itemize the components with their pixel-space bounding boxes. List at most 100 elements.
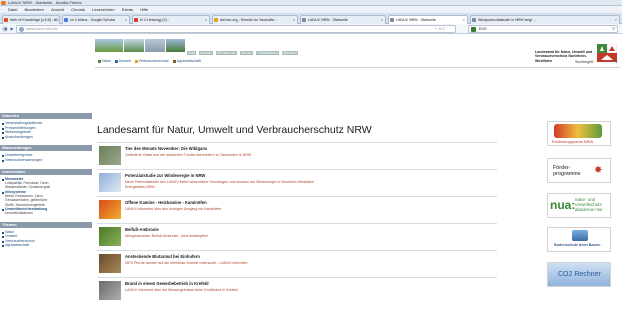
promo-banner[interactable]: Bodenschutz beim Bauen [547,227,611,252]
tab-close-icon[interactable]: × [205,16,207,24]
news-thumbnail[interactable] [99,146,121,165]
sidebar-item[interactable]: Umweltberichterstattung [0,207,92,212]
sidebar-item[interactable]: Agrarwirtschaft [0,243,92,248]
forward-icon[interactable]: ▶ [9,26,15,32]
sidebar-item[interactable]: Verbraucherwarnungen [0,158,92,163]
tab-close-icon[interactable]: × [615,16,617,24]
promo-banner[interactable]: nua: natur- und umweltschutz-akademie nrw [547,193,611,218]
tab-label[interactable]: dict.leo.org - Results for 'bioshafte... [220,18,277,22]
promo-text[interactable]: Förder-programme [553,165,589,177]
back-icon[interactable]: ◀ [2,26,8,32]
address-bar[interactable]: www.lanuv.nrw.de ☆ ▾ C [16,25,456,33]
theme-link-umwelt[interactable]: Umwelt [115,59,131,63]
tab-close-icon[interactable]: × [125,16,127,24]
news-thumbnail[interactable] [99,281,121,300]
sidebar-item[interactable]: Infosysteme [0,190,92,195]
news-thumbnail[interactable] [99,254,121,273]
theme-link-verbraucherschutz[interactable]: Verbraucherschutz [135,59,169,63]
tab-label[interactable]: Web of Knowledge [v.5.8] - All Dat... [10,18,59,22]
browser-search-box[interactable]: BVE ⚲ [468,25,618,33]
theme-link-agrarwirtschaft[interactable]: Agrarwirtschaft [173,59,201,63]
site-search-icon[interactable]: ⚲ [615,60,618,64]
news-teaser-line[interactable]: Allergieauslöser Beifuß-Ambrosie - jetzt… [125,234,495,239]
news-teaser[interactable]: 2870 Pferde wurden auf die Infektiöse An… [125,261,495,266]
site-identity-icon[interactable] [19,27,24,32]
nav-publikationen[interactable]: Publikationen [256,51,279,55]
news-headline[interactable]: Brand in einem Gewerbebetrieb in Krefeld [125,281,495,286]
tab-close-icon[interactable]: × [55,16,57,24]
browser-tab[interactable]: LANUV NRW - Startseite × [388,15,468,24]
tab-label[interactable]: LANUV NRW - Startseite [396,18,436,22]
browser-tab[interactable]: ✉ 2-Heizung] (2) - × [132,15,210,24]
tab-close-icon[interactable]: × [293,16,295,24]
news-thumbnail[interactable] [99,173,121,192]
promo-image [554,124,602,138]
promo-text[interactable]: CO2 Rechner [558,271,601,278]
nav-wir-ueber-uns[interactable]: Wir über uns [215,51,237,55]
news-headline[interactable]: Offene Kamine - Heizkamine - Kaminöfen [125,200,495,205]
bookmark-star-icon[interactable]: ☆ ▾ C [434,26,445,32]
browser-tab[interactable]: dict.leo.org - Results for 'bioshafte...… [212,15,298,24]
search-engine-icon[interactable] [471,27,476,32]
tab-label[interactable]: Windpotenzialstudie in NRW zeigt ... [478,18,536,22]
tab-favicon-icon [472,18,476,22]
nav-uebersicht[interactable]: Übersicht [281,51,298,55]
nav-service[interactable]: Service [239,51,254,55]
news-headline[interactable]: Beifuß-Ambrosie [125,227,495,232]
news-item: Brand in einem Gewerbebetrieb in Krefeld… [97,277,497,304]
site-search[interactable]: Suchbegriff ⚲ [575,60,618,64]
news-item: Beifuß-Ambrosie Allergieauslöser Beifuß-A… [97,223,497,250]
menu-bearbeiten[interactable]: Bearbeiten [24,6,43,13]
tab-favicon-icon [4,18,8,22]
sidebar-section-title: Aktuelles [0,113,92,119]
tab-close-icon[interactable]: × [381,16,383,24]
news-teaser[interactable]: Neue Potenzialstudie des LANUV liefert w… [125,180,495,190]
promo-text[interactable]: natur- und umweltschutz-akademie nrw [575,197,610,212]
menu-lesezeichen[interactable]: Lesezeichen [92,6,114,13]
news-teaser[interactable]: Gefiederte Gäste aus der arktischen Tund… [125,153,495,158]
site-search-label[interactable]: Suchbegriff [575,60,593,64]
news-thumbnail[interactable] [99,227,121,246]
sidebar-section-title: Themen [0,221,92,228]
promo-text[interactable]: Ernährungsportal NRW [552,139,593,144]
theme-link-natur[interactable]: Natur [98,59,111,63]
menu-chronik[interactable]: Chronik [71,6,85,13]
sidebar-item[interactable]: Ausschreibungen [0,135,92,140]
news-thumbnail[interactable] [99,200,121,219]
windmill-icon: ✸ [594,165,603,176]
news-teaser-line[interactable]: LANUV informiert über die Messergebnisse… [125,288,495,293]
tab-label[interactable]: co 2-bilanz - Google Scholar [70,18,115,22]
browser-tab[interactable]: Windpotenzialstudie in NRW zeigt ... × [470,15,620,24]
promo-banner[interactable]: Ernährungsportal NRW [547,121,611,146]
news-headline[interactable]: Ansteckende Blutarmut bei Einhufern [125,254,495,259]
menu-ansicht[interactable]: Ansicht [51,6,64,13]
news-teaser[interactable]: Allergieauslöser Beifuß-Ambrosie - jetzt… [125,234,495,239]
promo-banner[interactable]: CO2 Rechner [547,262,611,287]
news-item: Potenzialstudie zur Windenergie in NRW Ne… [97,169,497,196]
tab-close-icon[interactable]: × [463,16,465,24]
news-headline[interactable]: Potenzialstudie zur Windenergie in NRW [125,173,495,178]
news-teaser-line[interactable]: Gefiederte Gäste aus der arktischen Tund… [125,153,495,158]
promo-text[interactable]: Bodenschutz beim Bauen [554,243,600,247]
news-teaser-line[interactable]: LANUV informiert über den richtigen Umga… [125,207,495,212]
browser-tab[interactable]: co 2-bilanz - Google Scholar × [62,15,130,24]
promo-banner[interactable]: Förder-programme ✸ [547,158,611,183]
menu-hilfe[interactable]: Hilfe [140,6,148,13]
browser-tab[interactable]: LANUV NRW - Startseite × [300,15,386,24]
search-icon[interactable]: ⚲ [612,26,615,32]
browser-tab[interactable]: Web of Knowledge [v.5.8] - All Dat...× [2,15,60,24]
banner-image-nature [95,39,123,52]
nav-start[interactable]: Start [187,51,197,55]
nav-kontakt[interactable]: Kontakt [199,51,213,55]
url-text[interactable]: www.lanuv.nrw.de [26,26,58,32]
menu-extras[interactable]: Extras [122,6,133,13]
tab-label[interactable]: LANUV NRW - Startseite [308,18,348,22]
news-teaser-line[interactable]: 2870 Pferde wurden auf die Infektiöse An… [125,261,495,266]
tab-label[interactable]: ✉ 2-Heizung] (2) - [140,18,169,22]
menu-datei[interactable]: Datei [8,6,17,13]
news-teaser[interactable]: LANUV informiert über die Messergebnisse… [125,288,495,293]
sidebar-item[interactable]: Messwerte [0,177,92,182]
news-teaser[interactable]: LANUV informiert über den richtigen Umga… [125,207,495,212]
news-teaser-line[interactable]: Energieatlas NRW [125,185,495,190]
news-headline[interactable]: Tier des Monats November: Die Wildgans [125,146,495,151]
